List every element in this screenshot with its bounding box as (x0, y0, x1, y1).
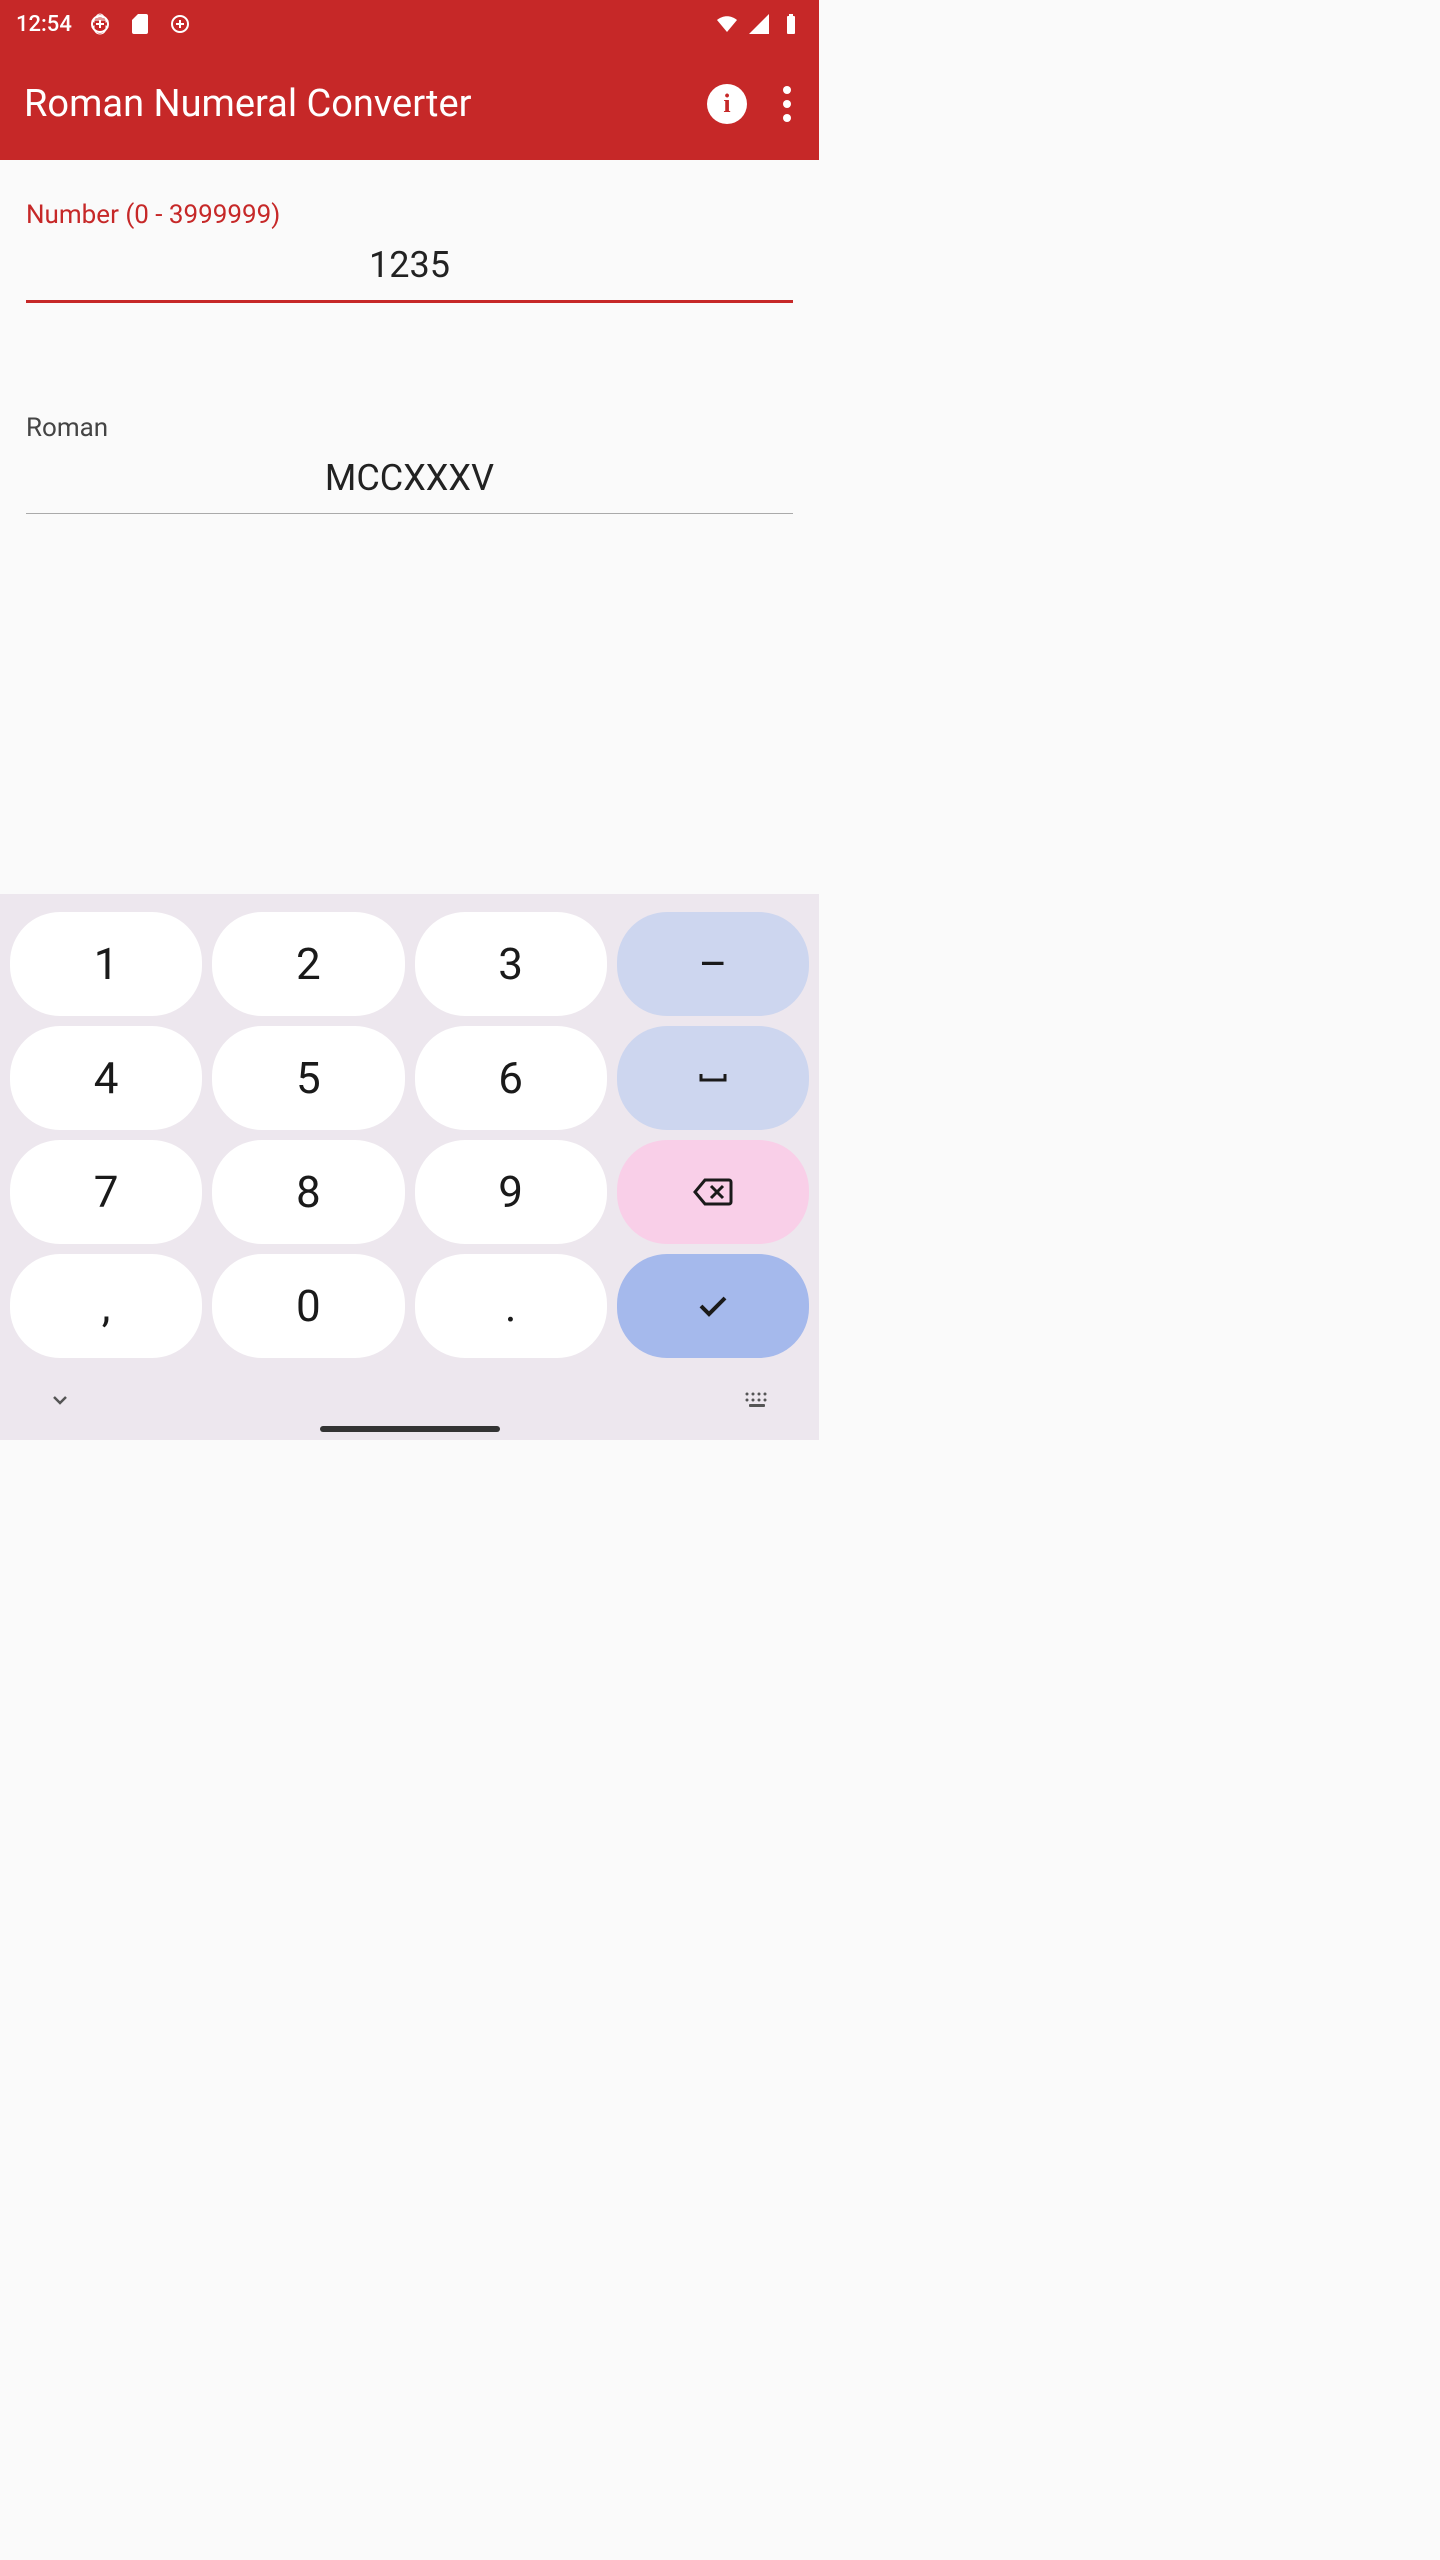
key-enter[interactable] (617, 1254, 809, 1358)
key-8[interactable]: 8 (212, 1140, 404, 1244)
key-backspace[interactable] (617, 1140, 809, 1244)
status-bar: 12:54 (0, 0, 819, 48)
key-3[interactable]: 3 (415, 912, 607, 1016)
key-7[interactable]: 7 (10, 1140, 202, 1244)
content-area: Number (0 - 3999999) Roman MCCXXXV (0, 160, 819, 614)
status-time: 12:54 (16, 12, 72, 37)
key-1[interactable]: 1 (10, 912, 202, 1016)
key-2[interactable]: 2 (212, 912, 404, 1016)
signal-icon (747, 12, 771, 36)
number-input[interactable] (26, 236, 793, 303)
hide-keyboard-icon[interactable] (48, 1388, 72, 1412)
keyboard-bottom-bar (8, 1358, 811, 1432)
key-grid: 1 2 3 – 4 5 6 7 8 9 , 0 . (8, 912, 811, 1358)
space-icon (689, 1054, 737, 1102)
key-space[interactable] (617, 1026, 809, 1130)
more-icon[interactable] (779, 82, 795, 126)
info-icon[interactable]: i (707, 84, 747, 124)
app-title: Roman Numeral Converter (24, 82, 707, 126)
app-bar: Roman Numeral Converter i (0, 48, 819, 160)
roman-label: Roman (26, 413, 793, 443)
sd-card-icon (128, 12, 152, 36)
key-9[interactable]: 9 (415, 1140, 607, 1244)
keyboard-switch-icon[interactable] (743, 1390, 771, 1410)
app-bar-actions: i (707, 82, 795, 126)
keyboard: 1 2 3 – 4 5 6 7 8 9 , 0 . (0, 894, 819, 1440)
nav-handle[interactable] (320, 1426, 500, 1432)
key-6[interactable]: 6 (415, 1026, 607, 1130)
status-left: 12:54 (16, 12, 192, 37)
status-right (715, 12, 803, 36)
backspace-icon (689, 1168, 737, 1216)
battery-icon (779, 12, 803, 36)
number-label: Number (0 - 3999999) (26, 200, 793, 230)
roman-output[interactable]: MCCXXXV (26, 449, 793, 514)
wifi-icon (715, 12, 739, 36)
check-icon (689, 1282, 737, 1330)
key-0[interactable]: 0 (212, 1254, 404, 1358)
roman-field-group: Roman MCCXXXV (26, 413, 793, 514)
bug-icon-2 (168, 12, 192, 36)
key-4[interactable]: 4 (10, 1026, 202, 1130)
bug-icon (88, 12, 112, 36)
key-5[interactable]: 5 (212, 1026, 404, 1130)
key-period[interactable]: . (415, 1254, 607, 1358)
key-comma[interactable]: , (10, 1254, 202, 1358)
number-field-group: Number (0 - 3999999) (26, 200, 793, 303)
key-minus[interactable]: – (617, 912, 809, 1016)
